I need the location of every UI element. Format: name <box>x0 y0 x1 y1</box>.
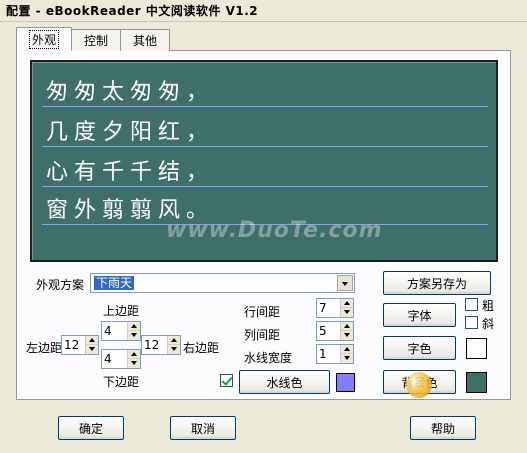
top-margin-value: 4 <box>104 324 112 338</box>
preview-area: 匆匆太匆匆， 几度夕阳红， 心有千千结， 窗外翦翦风。 www.DuoTe.co… <box>30 60 498 262</box>
line-width-value: 1 <box>319 347 327 361</box>
font-color-button[interactable]: 字色 <box>383 336 456 360</box>
arrow-up-icon <box>171 338 177 342</box>
right-margin-spinner[interactable]: 12 <box>141 335 181 355</box>
spin-down-button[interactable] <box>168 345 180 354</box>
scheme-select[interactable]: 下雨天 <box>90 273 355 293</box>
spin-down-button[interactable] <box>128 359 140 368</box>
spin-down-button[interactable] <box>128 331 140 340</box>
arrow-down-icon <box>131 361 137 365</box>
scheme-label: 外观方案 <box>36 278 85 292</box>
tab-strip: 外观 控制 其他 <box>16 27 171 51</box>
scheme-dropdown-button[interactable] <box>337 275 353 291</box>
column-spacing-spinner[interactable]: 5 <box>316 321 354 341</box>
spin-up-button[interactable] <box>128 322 140 331</box>
site-watermark <box>400 368 525 436</box>
row-spacing-spinner[interactable]: 7 <box>316 298 354 318</box>
arrow-up-icon <box>344 347 350 351</box>
arrow-down-icon <box>344 356 350 360</box>
bold-checkbox[interactable] <box>465 298 478 311</box>
arrow-down-icon <box>171 347 177 351</box>
row-spacing-label: 行间距 <box>244 305 281 319</box>
preview-rule <box>42 186 488 187</box>
right-margin-value: 12 <box>144 338 160 352</box>
tab-other-label: 其他 <box>133 34 158 48</box>
arrow-down-icon <box>89 347 95 351</box>
arrow-down-icon <box>344 333 350 337</box>
bottom-margin-value: 4 <box>104 352 112 366</box>
waterline-color-swatch[interactable] <box>336 373 355 392</box>
font-color-swatch[interactable] <box>466 338 487 359</box>
bottom-margin-label: 下边距 <box>103 375 140 389</box>
left-margin-spinner[interactable]: 12 <box>61 335 99 355</box>
arrow-up-icon <box>89 338 95 342</box>
spin-up-button[interactable] <box>86 336 98 345</box>
spin-up-button[interactable] <box>128 350 140 359</box>
preview-line: 匆匆太匆匆， <box>46 80 215 105</box>
tab-other[interactable]: 其他 <box>120 29 171 51</box>
spin-up-button[interactable] <box>341 299 353 308</box>
right-margin-label: 右边距 <box>183 341 220 355</box>
arrow-down-icon <box>131 333 137 337</box>
scheme-selected-value: 下雨天 <box>94 276 135 290</box>
waterline-color-button[interactable]: 水线色 <box>239 370 330 394</box>
ok-button[interactable]: 确定 <box>58 416 124 440</box>
spin-down-button[interactable] <box>86 345 98 354</box>
preview-line: 心有千千结， <box>46 160 215 185</box>
tab-appearance-label: 外观 <box>29 30 60 49</box>
arrow-up-icon <box>344 301 350 305</box>
line-width-spinner[interactable]: 1 <box>316 344 354 364</box>
column-spacing-value: 5 <box>319 324 327 338</box>
spin-up-button[interactable] <box>168 336 180 345</box>
preview-watermark: www.DuoTe.com <box>166 218 383 243</box>
bottom-margin-spinner[interactable]: 4 <box>101 349 141 369</box>
spin-up-button[interactable] <box>341 345 353 354</box>
spin-down-button[interactable] <box>341 308 353 317</box>
left-margin-value: 12 <box>64 338 80 352</box>
globe-logo-icon <box>406 372 432 398</box>
spin-down-button[interactable] <box>341 354 353 363</box>
left-margin-label: 左边距 <box>26 341 63 355</box>
arrow-up-icon <box>131 324 137 328</box>
waterline-checkbox[interactable] <box>220 374 233 387</box>
font-button[interactable]: 字体 <box>383 303 456 327</box>
spin-up-button[interactable] <box>341 322 353 331</box>
spin-down-button[interactable] <box>341 331 353 340</box>
preview-line: 几度夕阳红， <box>46 120 215 145</box>
preview-rule <box>42 106 488 107</box>
line-width-label: 水线宽度 <box>244 351 293 365</box>
top-margin-spinner[interactable]: 4 <box>101 321 141 341</box>
row-spacing-value: 7 <box>319 301 327 315</box>
preview-rule <box>42 146 488 147</box>
arrow-down-icon <box>344 310 350 314</box>
italic-label: 斜 <box>482 317 495 331</box>
italic-checkbox[interactable] <box>465 316 478 329</box>
tab-appearance[interactable]: 外观 <box>16 27 73 51</box>
arrow-up-icon <box>344 324 350 328</box>
save-scheme-as-button[interactable]: 方案另存为 <box>383 271 491 295</box>
top-margin-label: 上边距 <box>103 304 140 318</box>
cancel-button[interactable]: 取消 <box>170 416 236 440</box>
tab-control[interactable]: 控制 <box>71 29 122 51</box>
chevron-down-icon <box>342 282 348 286</box>
bold-label: 粗 <box>482 299 495 313</box>
title-bar[interactable]: 配置 - eBookReader 中文阅读软件 V1.2 <box>0 0 527 22</box>
window-title: 配置 - eBookReader 中文阅读软件 V1.2 <box>6 4 259 18</box>
arrow-up-icon <box>131 352 137 356</box>
column-spacing-label: 列间距 <box>244 328 281 342</box>
tab-control-label: 控制 <box>84 34 109 48</box>
